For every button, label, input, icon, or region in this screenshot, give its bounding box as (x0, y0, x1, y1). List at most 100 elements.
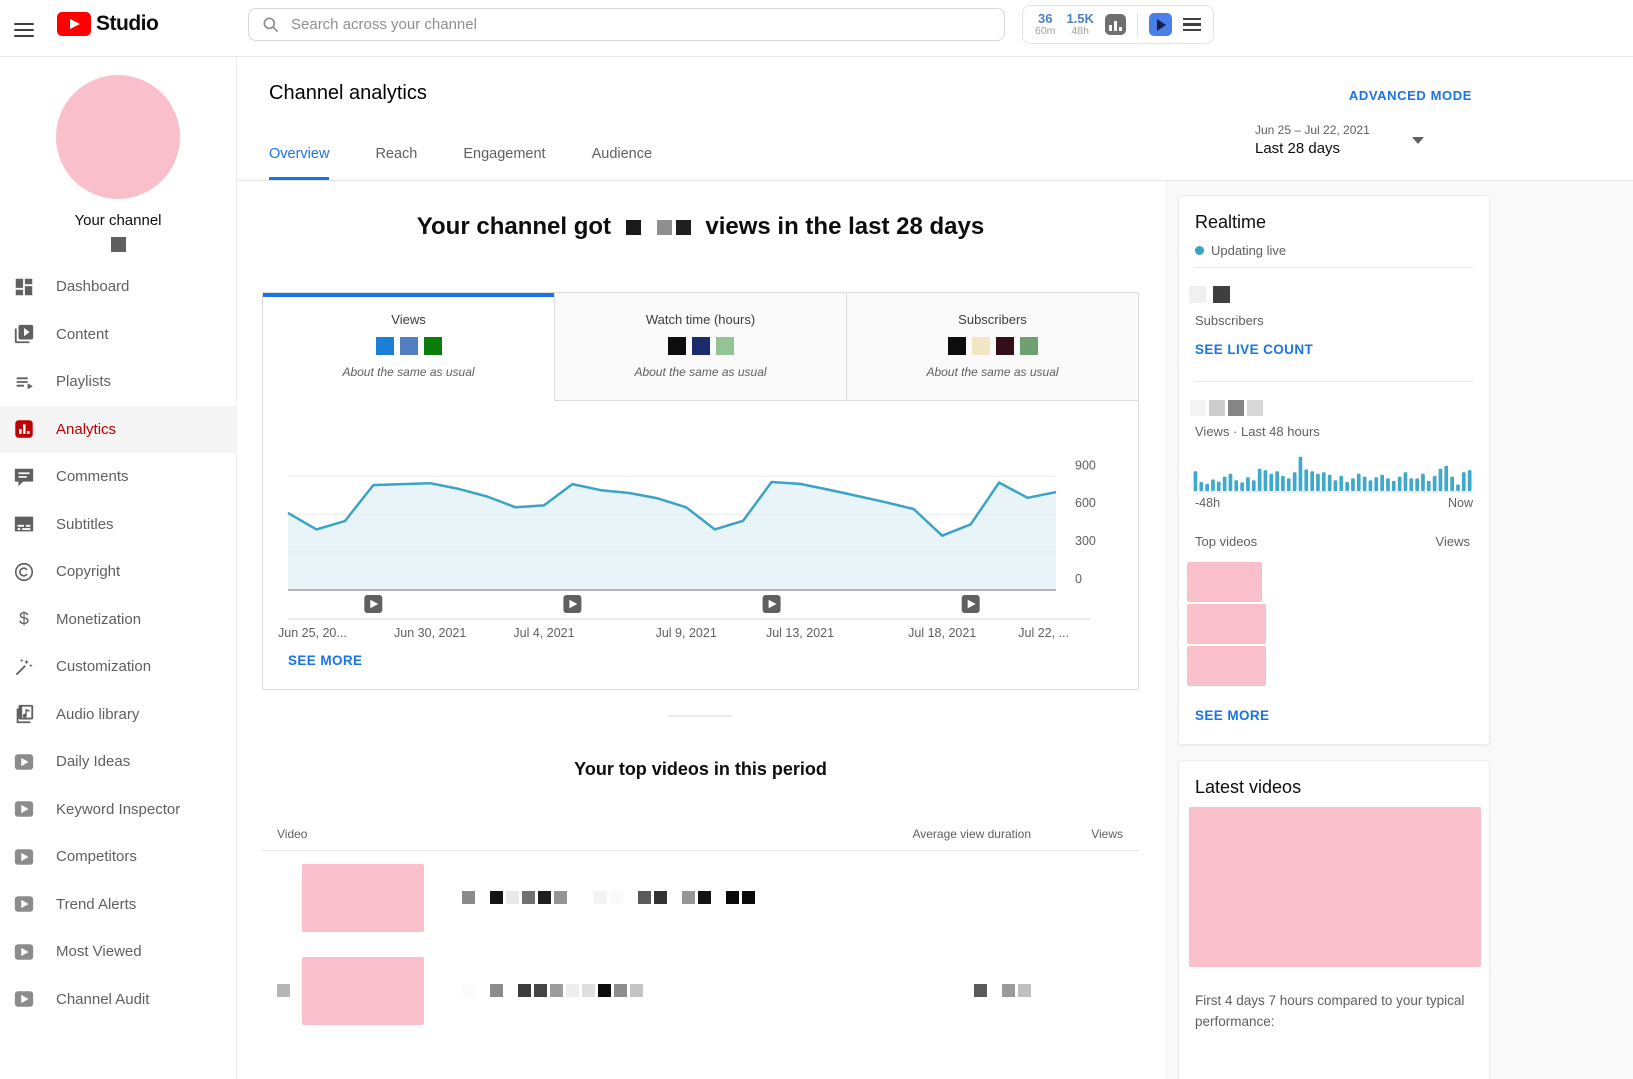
sidebar-item-most-viewed[interactable]: Most Viewed (0, 928, 236, 976)
vidiq-icon (13, 988, 35, 1010)
redaction-gap (626, 901, 638, 902)
redaction-gap (478, 901, 490, 902)
updating-live-label: Updating live (1211, 243, 1286, 258)
realtime-bar-chart[interactable] (1193, 454, 1473, 499)
redaction-square (614, 984, 627, 997)
menu-icon[interactable] (12, 17, 38, 39)
youtube-studio-logo[interactable]: Studio (57, 12, 158, 36)
redaction-gap (714, 901, 726, 902)
advanced-mode-link[interactable]: ADVANCED MODE (1349, 88, 1472, 103)
sidebar-item-subtitles[interactable]: Subtitles (0, 501, 236, 549)
sidebar-item-playlists[interactable]: Playlists (0, 358, 236, 406)
realtime-top-video-thumbnail[interactable] (1187, 562, 1262, 602)
sidebar-item-analytics[interactable]: Analytics (0, 406, 236, 454)
realtime-top-video-thumbnail[interactable] (1187, 646, 1266, 686)
redaction-square (657, 220, 672, 235)
tab-engagement[interactable]: Engagement (463, 146, 545, 180)
tab-audience[interactable]: Audience (592, 146, 652, 180)
video-rank-redacted (277, 982, 302, 1000)
video-thumbnail[interactable] (302, 864, 424, 932)
latest-video-thumbnail[interactable] (1189, 807, 1481, 967)
redaction-square (668, 337, 686, 355)
redaction-square (522, 891, 535, 904)
sidebar-item-label: Copyright (56, 563, 120, 580)
tab-overview[interactable]: Overview (269, 146, 329, 180)
redaction-square (1209, 400, 1225, 416)
sidebar-item-trend-alerts[interactable]: Trend Alerts (0, 881, 236, 929)
redacted-view-count (624, 213, 693, 241)
monetization-icon: $ (13, 608, 35, 630)
table-header: Video Average view duration Views (262, 799, 1139, 851)
redacted-subscriber-count (1189, 286, 1237, 304)
subtitles-icon (13, 513, 35, 535)
sidebar-item-label: Trend Alerts (56, 896, 136, 913)
sidebar-item-label: Subtitles (56, 516, 114, 533)
headline-prefix: Your channel got (417, 213, 611, 240)
redaction-square (1018, 984, 1031, 997)
redacted-views-count (1190, 399, 1266, 417)
search-input[interactable] (291, 16, 992, 33)
sidebar-item-keyword-inspector[interactable]: Keyword Inspector (0, 786, 236, 834)
channel-search-box[interactable] (248, 8, 1005, 41)
sidebar-item-customization[interactable]: Customization (0, 643, 236, 691)
redaction-square (626, 220, 641, 235)
metric-tab-watch-time-hours[interactable]: Watch time (hours)About the same as usua… (554, 293, 846, 401)
table-row[interactable] (262, 944, 1139, 1037)
sidebar-item-daily-ideas[interactable]: Daily Ideas (0, 738, 236, 786)
table-row[interactable] (262, 851, 1139, 944)
youtube-play-icon (57, 12, 91, 36)
redaction-square (424, 337, 442, 355)
tab-reach[interactable]: Reach (375, 146, 417, 180)
metric-tabs: ViewsAbout the same as usualWatch time (… (263, 293, 1138, 401)
date-range-picker[interactable]: Jun 25 – Jul 22, 2021 Last 28 days (1255, 123, 1424, 157)
latest-videos-card: Latest videos First 4 days 7 hours compa… (1178, 760, 1490, 1079)
active-tab-indicator (263, 293, 554, 297)
sidebar-item-label: Playlists (56, 373, 111, 390)
redaction-square (682, 891, 695, 904)
views-line-chart[interactable]: 0300600900Jun 25, 20...Jun 30, 2021Jul 4… (263, 401, 1140, 696)
realtime-card: Realtime Updating live Subscribers SEE L… (1178, 195, 1490, 745)
audio-library-icon (13, 703, 35, 725)
vidiq-menu-icon[interactable] (1183, 15, 1201, 34)
channel-avatar[interactable] (56, 75, 180, 199)
column-views: Views (1031, 827, 1123, 841)
metric-tab-subscribers[interactable]: SubscribersAbout the same as usual (846, 293, 1138, 401)
svg-text:Jun 30, 2021: Jun 30, 2021 (394, 626, 466, 640)
sidebar-item-label: Daily Ideas (56, 753, 130, 770)
vidiq-chart-icon[interactable] (1105, 14, 1126, 35)
sidebar-item-competitors[interactable]: Competitors (0, 833, 236, 881)
see-more-link[interactable]: SEE MORE (288, 653, 362, 668)
sidebar-item-comments[interactable]: Comments (0, 453, 236, 501)
sidebar-item-channel-audit[interactable]: Channel Audit (0, 976, 236, 1024)
views-label: Views (1436, 534, 1470, 549)
sidebar-item-content[interactable]: Content (0, 311, 236, 359)
sidebar-item-copyright[interactable]: Copyright (0, 548, 236, 596)
realtime-top-video-thumbnail[interactable] (1187, 604, 1266, 644)
redaction-square (462, 891, 475, 904)
analytics-icon (13, 418, 35, 440)
vidiq-logo-icon[interactable] (1149, 13, 1172, 36)
vidiq-icon (13, 798, 35, 820)
redaction-square (698, 891, 711, 904)
chevron-down-icon (1412, 137, 1424, 144)
metric-tab-views[interactable]: ViewsAbout the same as usual (263, 293, 554, 401)
sidebar-item-dashboard[interactable]: Dashboard (0, 263, 236, 311)
see-live-count-link[interactable]: SEE LIVE COUNT (1195, 342, 1313, 357)
realtime-top-videos-list (1187, 562, 1266, 688)
metric-label: Subscribers (847, 312, 1138, 327)
vidiq-stats-widget: 36 60m 1.5K 48h (1022, 5, 1214, 44)
redaction-square (582, 984, 595, 997)
redaction-gap (478, 994, 490, 995)
sidebar-item-monetization[interactable]: $Monetization (0, 596, 236, 644)
video-thumbnail[interactable] (302, 957, 424, 1025)
redaction-square (376, 337, 394, 355)
your-channel-label: Your channel (0, 212, 236, 229)
redaction-square (400, 337, 418, 355)
sidebar-item-label: Keyword Inspector (56, 801, 180, 818)
see-more-link[interactable]: SEE MORE (1195, 708, 1269, 723)
sidebar-item-audio-library[interactable]: Audio library (0, 691, 236, 739)
svg-text:Jul 9, 2021: Jul 9, 2021 (656, 626, 717, 640)
sidebar-item-label: Most Viewed (56, 943, 142, 960)
redaction-square (111, 237, 126, 252)
redaction-square (538, 891, 551, 904)
